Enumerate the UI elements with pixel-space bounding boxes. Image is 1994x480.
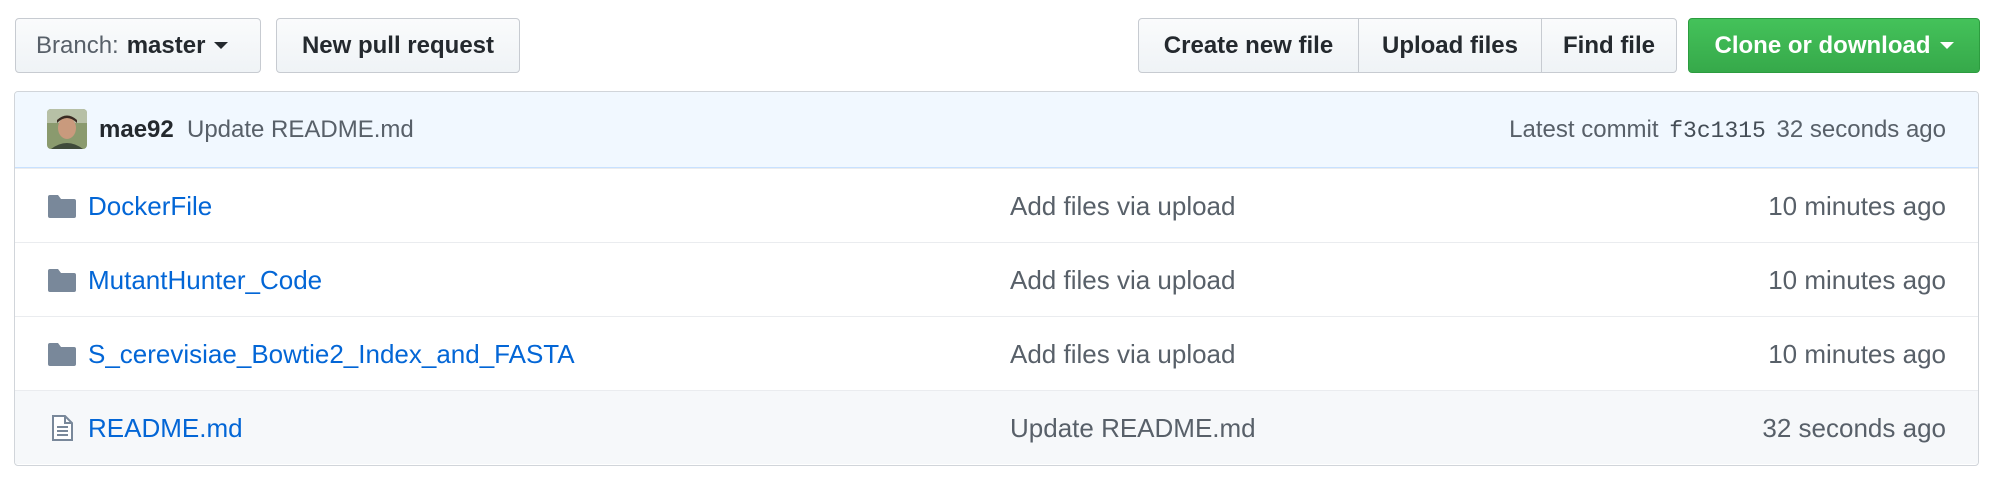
folder-icon [48,195,76,218]
folder-icon [48,269,76,292]
file-age: 32 seconds ago [1762,413,1946,443]
repo-toolbar: Branch: master New pull request Create n… [15,18,1980,75]
file-commit-message-link[interactable]: Update README.md [1010,413,1256,444]
branch-label: Branch: [36,31,119,59]
create-new-file-button[interactable]: Create new file [1138,18,1359,73]
avatar[interactable] [47,109,87,149]
file-name-link[interactable]: S_cerevisiae_Bowtie2_Index_and_FASTA [88,339,575,370]
latest-commit-bar: mae92 Update README.md Latest commit f3c… [15,92,1978,168]
commit-author-link[interactable]: mae92 [99,116,174,144]
file-row: S_cerevisiae_Bowtie2_Index_and_FASTA Add… [15,316,1978,390]
find-file-button[interactable]: Find file [1541,18,1677,73]
file-row: README.md Update README.md 32 seconds ag… [15,390,1978,464]
commit-message-link[interactable]: Update README.md [187,116,414,144]
latest-commit-info: Latest commit f3c1315 32 seconds ago [1509,116,1946,144]
file-name-link[interactable]: README.md [88,413,243,444]
file-age: 10 minutes ago [1768,265,1946,295]
commit-sha-link[interactable]: f3c1315 [1669,118,1766,144]
file-icon [52,415,73,441]
upload-files-button[interactable]: Upload files [1358,18,1542,73]
file-row: MutantHunter_Code Add files via upload 1… [15,242,1978,316]
file-name-link[interactable]: DockerFile [88,191,212,222]
file-age: 10 minutes ago [1768,339,1946,369]
file-row: DockerFile Add files via upload 10 minut… [15,168,1978,242]
file-commit-message-link[interactable]: Add files via upload [1010,191,1235,222]
file-list: mae92 Update README.md Latest commit f3c… [14,91,1979,466]
file-name-link[interactable]: MutantHunter_Code [88,265,322,296]
file-commit-message-link[interactable]: Add files via upload [1010,339,1235,370]
chevron-down-icon [214,42,229,49]
commit-time: 32 seconds ago [1776,116,1946,143]
file-actions-group: Create new file Upload files Find file [1138,18,1677,73]
folder-icon [48,343,76,366]
chevron-down-icon [1939,42,1954,49]
branch-value: master [126,31,206,59]
new-pull-request-button[interactable]: New pull request [276,18,520,73]
clone-or-download-button[interactable]: Clone or download [1688,18,1980,73]
clone-label: Clone or download [1714,31,1931,59]
file-commit-message-link[interactable]: Add files via upload [1010,265,1235,296]
file-age: 10 minutes ago [1768,191,1946,221]
branch-select-button[interactable]: Branch: master [15,18,261,73]
latest-commit-label: Latest commit [1509,116,1659,143]
